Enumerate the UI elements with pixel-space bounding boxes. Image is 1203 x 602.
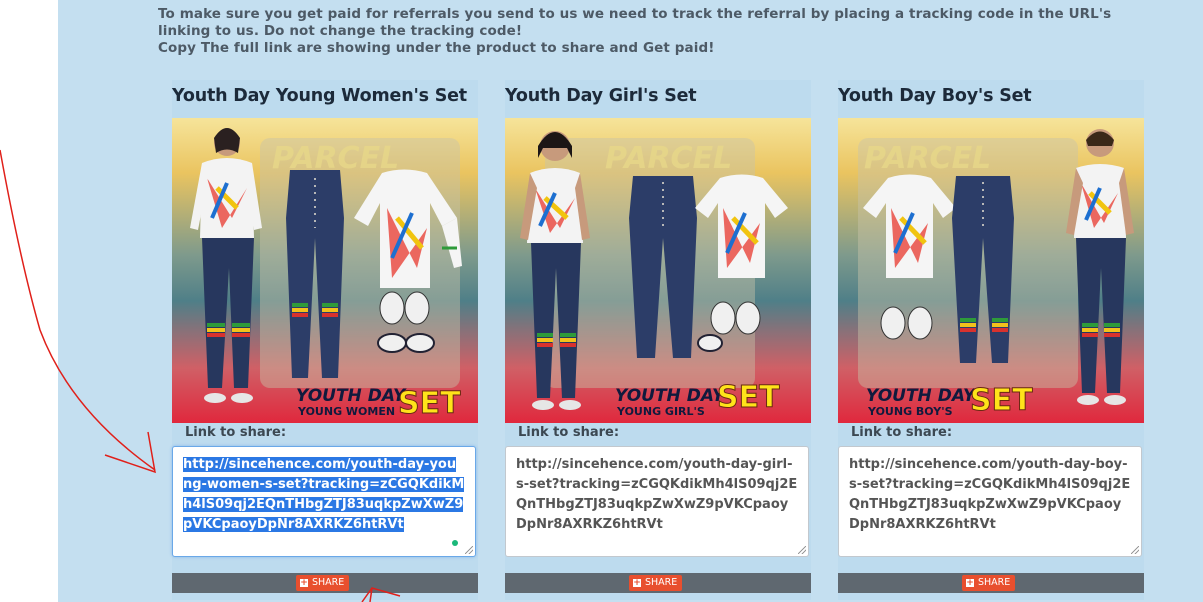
annotation-arrow bbox=[0, 149, 401, 602]
